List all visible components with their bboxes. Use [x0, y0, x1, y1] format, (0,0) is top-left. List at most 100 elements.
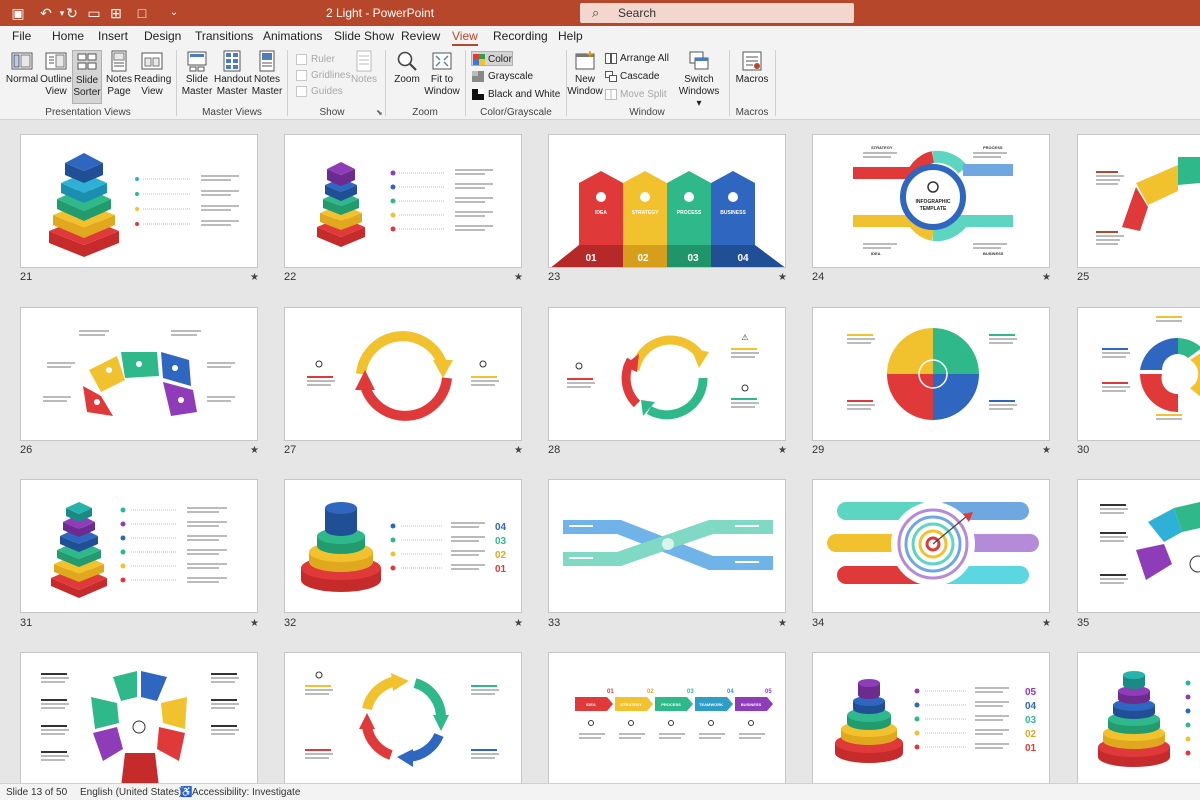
slide-sorter-pane[interactable]: 21 ★ 22 ★ IDEA STRATEGY PROCESS BUSINESS…: [0, 121, 1200, 783]
level-number: 04: [1025, 701, 1037, 712]
four-arrow-cycle-infographic: [305, 671, 499, 767]
transition-star-icon[interactable]: ★: [1042, 272, 1051, 283]
move-split-button[interactable]: Move Split: [605, 87, 667, 102]
transition-star-icon[interactable]: ★: [250, 272, 259, 283]
column-label: PROCESS: [677, 210, 702, 216]
slide-thumbnail[interactable]: [20, 479, 258, 613]
ribbon: Normal Outline View Slide Sorter Notes Page…: [0, 46, 1200, 120]
transition-star-icon[interactable]: ★: [514, 272, 523, 283]
slide-thumbnail[interactable]: [284, 307, 522, 441]
column-number: 03: [687, 253, 699, 264]
tab-recording[interactable]: Recording: [493, 29, 548, 43]
slide-thumbnail[interactable]: IDEA STRATEGY PROCESS BUSINESS 01 02 03 …: [548, 134, 786, 268]
column-number: 01: [585, 253, 597, 264]
notes-master-icon: [259, 50, 275, 72]
slide-sorter-button[interactable]: Slide Sorter: [72, 50, 102, 104]
handout-master-button[interactable]: Handout Master: [214, 50, 252, 104]
slide-thumbnail[interactable]: [1077, 479, 1200, 613]
slide-thumbnail[interactable]: ⚠: [548, 307, 786, 441]
column-number: 02: [637, 253, 649, 264]
slide-thumbnail[interactable]: [20, 652, 258, 783]
slide-number: 32: [284, 617, 297, 629]
black-and-white-button[interactable]: Black and White: [472, 87, 560, 102]
language-status[interactable]: English (United States): [80, 787, 182, 798]
transition-star-icon[interactable]: ★: [514, 618, 523, 629]
ribbon-tabs: File Home Insert Design Transitions Anim…: [0, 26, 1200, 46]
transition-star-icon[interactable]: ★: [250, 445, 259, 456]
group-label-zoom: Zoom: [412, 107, 438, 118]
tab-help[interactable]: Help: [558, 29, 583, 43]
outline-view-button[interactable]: Outline View: [39, 50, 73, 104]
slide-master-icon: [187, 51, 207, 72]
stacked-steps-infographic: [49, 153, 239, 257]
slide-thumbnail[interactable]: INFOGRAPHIC TEMPLATE STRATEGY PROCESS ID…: [812, 134, 1050, 268]
level-number: 04: [495, 522, 507, 533]
slide-thumbnail[interactable]: [1077, 134, 1200, 268]
arrange-all-button[interactable]: Arrange All: [605, 51, 669, 66]
slide-number: 33: [548, 617, 561, 629]
tab-slide-show[interactable]: Slide Show: [334, 29, 394, 43]
timeline-label: STRATEGY: [620, 702, 642, 707]
guides-checkbox[interactable]: Guides: [296, 84, 343, 99]
transition-star-icon[interactable]: ★: [1042, 445, 1051, 456]
transition-star-icon[interactable]: ★: [778, 445, 787, 456]
cascade-button[interactable]: Cascade: [605, 69, 659, 84]
transition-star-icon[interactable]: ★: [1042, 618, 1051, 629]
level-number: 03: [495, 536, 507, 547]
ruler-checkbox[interactable]: Ruler: [296, 52, 335, 67]
transition-star-icon[interactable]: ★: [514, 445, 523, 456]
macros-button[interactable]: Macros: [733, 50, 771, 104]
slide-thumbnail[interactable]: 04 03 02 01: [284, 479, 522, 613]
slide-thumbnail[interactable]: [20, 134, 258, 268]
notes-master-button[interactable]: Notes Master: [250, 50, 284, 104]
tab-animations[interactable]: Animations: [263, 29, 322, 43]
fit-to-window-button[interactable]: Fit to Window: [424, 50, 460, 104]
slide-position: Slide 13 of 50: [6, 787, 68, 798]
accessibility-status[interactable]: Accessibility: Investigate: [192, 787, 300, 798]
tab-transitions[interactable]: Transitions: [195, 29, 253, 43]
normal-view-button[interactable]: Normal: [5, 50, 39, 104]
slide-thumbnail[interactable]: [812, 307, 1050, 441]
transition-star-icon[interactable]: ★: [778, 272, 787, 283]
slide-master-button[interactable]: Slide Master: [180, 50, 214, 104]
tab-view[interactable]: View: [452, 29, 478, 46]
move-split-icon: [605, 88, 617, 100]
three-arrow-cycle-infographic: ⚠: [567, 333, 759, 420]
slide-thumbnail[interactable]: [1077, 307, 1200, 441]
new-window-button[interactable]: New Window: [567, 50, 603, 104]
transition-star-icon[interactable]: ★: [250, 618, 259, 629]
group-label-color-grayscale: Color/Grayscale: [480, 107, 552, 118]
slide-number: 27: [284, 444, 297, 456]
tab-review[interactable]: Review: [401, 29, 440, 43]
slide-thumbnail[interactable]: IDEA STRATEGY PROCESS TEAMWORK BUSINESS …: [548, 652, 786, 783]
gridlines-checkbox[interactable]: Gridlines: [296, 68, 350, 83]
search-box[interactable]: ⌕ Search: [580, 3, 854, 23]
color-button[interactable]: Color: [471, 51, 513, 66]
reading-view-button[interactable]: Reading View: [134, 50, 171, 104]
slide-thumbnail[interactable]: [548, 479, 786, 613]
notes-button[interactable]: Notes: [348, 50, 380, 104]
arrange-all-icon: [605, 52, 617, 64]
infographic-title: INFOGRAPHIC: [916, 199, 951, 205]
group-label-presentation-views: Presentation Views: [45, 107, 131, 118]
tab-home[interactable]: Home: [52, 29, 84, 43]
grayscale-button[interactable]: Grayscale: [472, 69, 533, 84]
tab-design[interactable]: Design: [144, 29, 181, 43]
slide-thumbnail[interactable]: [20, 307, 258, 441]
stage-label: STRATEGY: [871, 145, 893, 150]
notes-page-button[interactable]: Notes Page: [104, 50, 134, 104]
slide-thumbnail[interactable]: [1077, 652, 1200, 783]
slide-thumbnail[interactable]: [284, 652, 522, 783]
switch-windows-button[interactable]: Switch Windows ▾: [676, 50, 722, 109]
zoom-button[interactable]: Zoom: [390, 50, 424, 104]
show-dialog-launcher-icon[interactable]: ⬊: [376, 108, 383, 117]
tab-file[interactable]: File: [12, 29, 31, 43]
slide-thumbnail[interactable]: 05 04 03 02 01: [812, 652, 1050, 783]
transition-star-icon[interactable]: ★: [778, 618, 787, 629]
slide-thumbnail[interactable]: [284, 134, 522, 268]
slide-thumbnail[interactable]: [812, 479, 1050, 613]
timeline-number: 03: [687, 689, 694, 695]
tab-insert[interactable]: Insert: [98, 29, 128, 43]
level-number: 02: [495, 550, 507, 561]
slide-number: 28: [548, 444, 561, 456]
